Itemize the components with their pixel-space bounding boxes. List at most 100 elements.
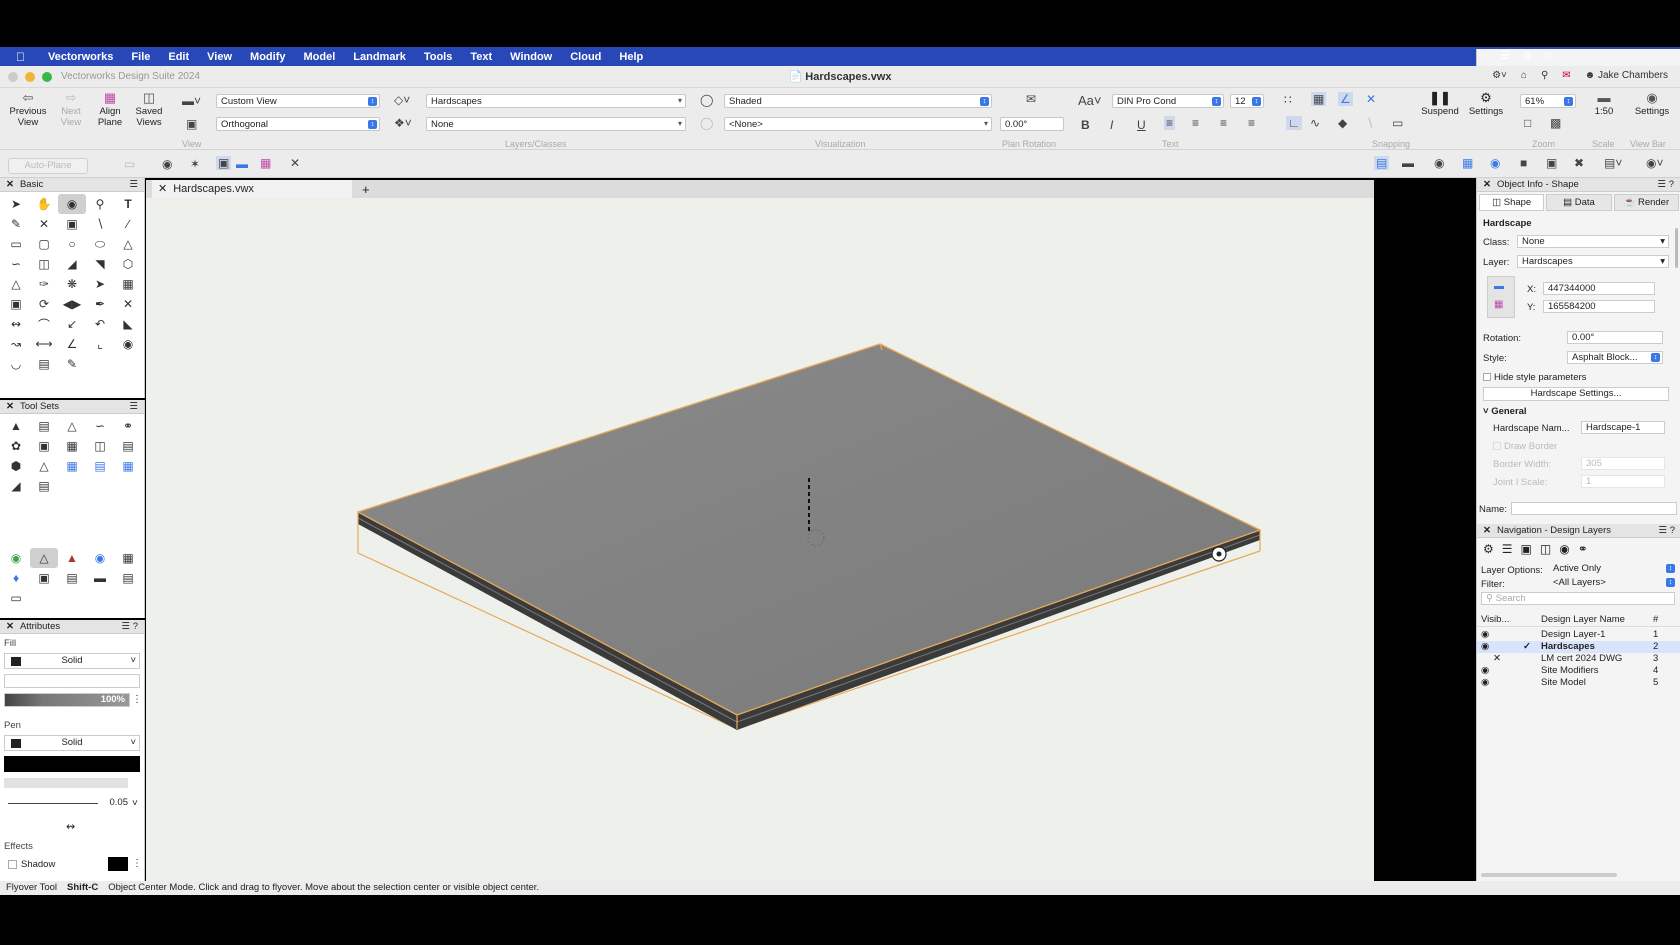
scale-button[interactable]: ▬ 1:50 (1584, 91, 1624, 117)
tab-data[interactable]: ▤ Data (1546, 194, 1612, 211)
eye-icon[interactable]: ◉ (1481, 629, 1489, 641)
table-row[interactable]: ◉ Site Modifiers 4 (1477, 665, 1680, 677)
fill-opacity-slider[interactable]: 100% (4, 693, 130, 707)
view-bar-toggle-10-icon[interactable]: ◉˅ (1646, 156, 1663, 170)
hidden-icon[interactable]: ✕ (1493, 653, 1501, 665)
stair-icon[interactable]: ▤ (114, 568, 142, 588)
triangle-tool-icon[interactable]: △ (114, 234, 142, 254)
menu-icon[interactable]: ☰ ? (122, 621, 138, 632)
class-select[interactable]: None ▾ (426, 117, 686, 131)
callout-tool-icon[interactable]: ✎ (2, 214, 30, 234)
site-model-icon[interactable]: ◉ (2, 548, 30, 568)
notifications-icon[interactable]: ✉ (1562, 70, 1570, 81)
menu-icon[interactable]: ☰ ? (1658, 179, 1674, 190)
line-weight-field[interactable]: 0.05 (4, 797, 132, 811)
site-planning-icon[interactable]: ▲ (2, 416, 30, 436)
hardscape-name-field[interactable]: Hardscape-1 (1581, 421, 1665, 434)
flyover-mode-icon[interactable]: ◉ (162, 157, 172, 171)
drawing-canvas[interactable] (146, 198, 1374, 881)
classes-icon[interactable]: ◫ (1540, 542, 1551, 556)
camera-tool-icon[interactable]: ◉ (114, 334, 142, 354)
table-row[interactable]: ✕ LM cert 2024 DWG 3 (1477, 653, 1680, 665)
flip-tool-icon[interactable]: ◀▶ (58, 294, 86, 314)
fill-style-select[interactable]: Solid ˅ (4, 653, 140, 669)
offset-tool-icon[interactable]: ↶ (86, 314, 114, 334)
reshape-tool-icon[interactable]: ↝ (2, 334, 30, 354)
view-bar-toggle-1-icon[interactable]: ▤ (1374, 156, 1390, 170)
viewbar-settings-button[interactable]: ◉ Settings (1630, 91, 1674, 117)
tool-settings-icon[interactable]: ✕ (290, 156, 300, 170)
table-row[interactable]: ◉ Site Model 5 (1477, 677, 1680, 689)
polygon-tool-icon[interactable]: ◢ (58, 254, 86, 274)
rounded-rect-icon[interactable]: ▢ (30, 234, 58, 254)
document-tab[interactable]: ✕ Hardscapes.vwx (152, 180, 352, 198)
align-plane-button[interactable]: ▦ Align Plane (92, 91, 128, 128)
snap-point-icon[interactable]: ◆ (1338, 116, 1347, 130)
event-design-icon[interactable]: ◢ (2, 476, 30, 496)
fasteners-icon[interactable]: ◫ (86, 436, 114, 456)
locus-tool-icon[interactable]: ✕ (30, 214, 58, 234)
design-layers-icon[interactable]: ☰ (1502, 542, 1513, 556)
vehicle-icon[interactable]: ▤ (58, 568, 86, 588)
font-size-select[interactable]: 12 ↕ (1230, 94, 1264, 108)
menu-help[interactable]: Help (619, 51, 643, 63)
plan-rotation-icon[interactable]: ✉ (1026, 92, 1036, 106)
pen-style-select[interactable]: Solid ˅ (4, 735, 140, 751)
view-bar-toggle-9-icon[interactable]: ▤˅ (1604, 156, 1622, 170)
layers-horizontal-scrollbar[interactable] (1481, 873, 1617, 877)
landmark-icon[interactable]: △ (30, 548, 58, 568)
mep-icon[interactable]: ▤ (86, 456, 114, 476)
fillet-tool-icon[interactable]: ⌒ (30, 314, 58, 334)
shadow-checkbox[interactable]: Shadow (8, 859, 55, 870)
architect-icon[interactable]: ▲ (58, 548, 86, 568)
layer-select[interactable]: Hardscapes ▾ (426, 94, 686, 108)
menu-app[interactable]: Vectorworks (48, 51, 113, 63)
pan-tool-icon[interactable]: ✋ (30, 194, 58, 214)
tape-tool-icon[interactable]: ▤ (30, 354, 58, 374)
projection-select[interactable]: Orthogonal ↕ (216, 117, 380, 131)
symbol-insertion-icon[interactable]: ▣ (58, 214, 86, 234)
mirror-tool-icon[interactable]: ▦ (114, 274, 142, 294)
hide-style-checkbox[interactable]: Hide style parameters (1483, 372, 1586, 383)
menu-tools[interactable]: Tools (424, 51, 453, 63)
view-bar-toggle-6-icon[interactable]: ■ (1520, 156, 1527, 170)
trim-tool-icon[interactable]: ✕ (114, 294, 142, 314)
grid-mode-icon[interactable]: ▦ (260, 156, 271, 170)
coordinate-tool-icon[interactable]: ⌞ (86, 334, 114, 354)
space-planning-icon[interactable]: ▦ (114, 456, 142, 476)
home-icon[interactable]: ⌂ (1521, 70, 1527, 81)
draw-border-checkbox[interactable]: Draw Border (1493, 441, 1557, 452)
regular-polygon-icon[interactable]: ⬡ (114, 254, 142, 274)
add-tab-button[interactable]: + (362, 182, 370, 197)
snap-angle-icon[interactable]: ∠ (1338, 92, 1353, 106)
snap-object-icon[interactable]: ▦ (1311, 92, 1327, 106)
view-select[interactable]: Custom View ↕ (216, 94, 380, 108)
fill-pattern-field[interactable] (4, 674, 140, 688)
pen-color-bar[interactable] (4, 756, 140, 772)
menu-model[interactable]: Model (303, 51, 335, 63)
underline-icon[interactable]: U (1137, 118, 1146, 132)
clip-tool-icon[interactable]: ◣ (114, 314, 142, 334)
entertainment-icon[interactable]: ▦ (58, 456, 86, 476)
viewports-icon[interactable]: ◉ (1559, 542, 1569, 556)
menu-edit[interactable]: Edit (168, 51, 189, 63)
arc-tool-icon[interactable]: ∽ (2, 254, 30, 274)
close-icon[interactable]: ✕ (6, 179, 14, 190)
x-field[interactable]: 447344000 (1543, 282, 1655, 295)
furniture-icon[interactable]: ▣ (30, 436, 58, 456)
col-name-header[interactable]: Design Layer Name (1541, 614, 1625, 625)
close-icon[interactable]: ✕ (6, 621, 14, 632)
gear-icon[interactable]: ⚙˅ (1492, 70, 1507, 81)
menu-cloud[interactable]: Cloud (570, 51, 601, 63)
spaces-icon[interactable]: ▦ (58, 436, 86, 456)
table-row[interactable]: ◉ Design Layer-1 1 (1477, 629, 1680, 641)
suspend-button[interactable]: ❚❚ Suspend (1418, 91, 1462, 117)
references-icon[interactable]: ⚭ (1578, 542, 1588, 556)
col-visibility-header[interactable]: Visib... (1481, 614, 1509, 625)
building-shell-icon[interactable]: ▤ (30, 416, 58, 436)
close-icon[interactable]: ✕ (1483, 179, 1491, 190)
visibility-tool-icon[interactable]: ➤ (86, 274, 114, 294)
center-mode-icon[interactable]: ✶ (190, 157, 200, 171)
wall-icon[interactable]: ▭ (2, 588, 30, 608)
attribute-mapping-icon[interactable]: ❋ (58, 274, 86, 294)
